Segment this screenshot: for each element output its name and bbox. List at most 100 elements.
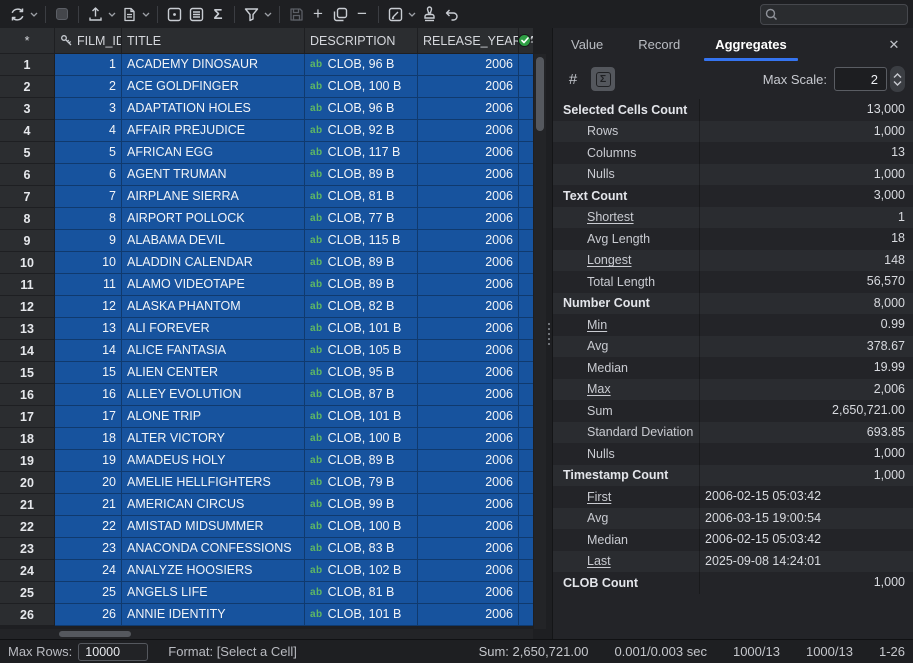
film-id-cell[interactable]: 7: [55, 186, 122, 208]
aggregate-row[interactable]: Nulls1,000: [553, 164, 913, 186]
aggregate-row[interactable]: Longest148: [553, 250, 913, 272]
row-number-cell[interactable]: 17: [0, 406, 55, 428]
row-number-cell[interactable]: 1: [0, 54, 55, 76]
table-row[interactable]: 99ALABAMA DEVILabCLOB, 115 B2006: [0, 230, 546, 252]
title-cell[interactable]: ALONE TRIP: [122, 406, 305, 428]
title-cell[interactable]: ANALYZE HOOSIERS: [122, 560, 305, 582]
release-year-cell[interactable]: 2006: [418, 142, 519, 164]
title-cell[interactable]: AIRPORT POLLOCK: [122, 208, 305, 230]
edit-dropdown-icon[interactable]: [406, 3, 418, 25]
film-id-cell[interactable]: 17: [55, 406, 122, 428]
clipped-cell[interactable]: [519, 208, 533, 230]
table-row[interactable]: 2525ANGELS LIFEabCLOB, 81 B2006: [0, 582, 546, 604]
clipped-cell[interactable]: [519, 538, 533, 560]
row-number-cell[interactable]: 4: [0, 120, 55, 142]
table-row[interactable]: 1919AMADEUS HOLYabCLOB, 89 B2006: [0, 450, 546, 472]
aggregate-label[interactable]: First: [553, 490, 699, 504]
clipped-cell[interactable]: [519, 252, 533, 274]
title-cell[interactable]: AMERICAN CIRCUS: [122, 494, 305, 516]
aggregate-label[interactable]: Last: [553, 554, 699, 568]
release-year-cell[interactable]: 2006: [418, 274, 519, 296]
filter-icon[interactable]: [240, 3, 262, 25]
description-cell[interactable]: abCLOB, 117 B: [305, 142, 418, 164]
aggregate-label[interactable]: Shortest: [553, 210, 699, 224]
release-year-cell[interactable]: 2006: [418, 120, 519, 142]
row-number-cell[interactable]: 16: [0, 384, 55, 406]
report-dropdown-icon[interactable]: [140, 3, 152, 25]
title-cell[interactable]: ALLEY EVOLUTION: [122, 384, 305, 406]
aggregate-functions-icon[interactable]: Σ: [591, 67, 615, 91]
row-number-cell[interactable]: 24: [0, 560, 55, 582]
clipped-cell[interactable]: [519, 186, 533, 208]
aggregate-row[interactable]: Avg2006-03-15 19:00:54: [553, 508, 913, 530]
aggregate-row[interactable]: Max2,006: [553, 379, 913, 401]
aggregate-row[interactable]: Total Length56,570: [553, 271, 913, 293]
tab-value[interactable]: Value: [568, 28, 606, 61]
film-id-cell[interactable]: 3: [55, 98, 122, 120]
description-cell[interactable]: abCLOB, 100 B: [305, 428, 418, 450]
release-year-cell[interactable]: 2006: [418, 428, 519, 450]
duplicate-row-icon[interactable]: [329, 3, 351, 25]
table-row[interactable]: 1515ALIEN CENTERabCLOB, 95 B2006: [0, 362, 546, 384]
release-year-cell[interactable]: 2006: [418, 560, 519, 582]
title-cell[interactable]: AMISTAD MIDSUMMER: [122, 516, 305, 538]
column-header-rownum[interactable]: *: [0, 28, 55, 54]
search-input[interactable]: [782, 8, 903, 22]
tab-record[interactable]: Record: [635, 28, 683, 61]
release-year-cell[interactable]: 2006: [418, 384, 519, 406]
row-number-cell[interactable]: 22: [0, 516, 55, 538]
row-number-cell[interactable]: 5: [0, 142, 55, 164]
clipped-cell[interactable]: [519, 428, 533, 450]
release-year-cell[interactable]: 2006: [418, 538, 519, 560]
row-number-cell[interactable]: 25: [0, 582, 55, 604]
clipped-cell[interactable]: [519, 318, 533, 340]
record-list-icon[interactable]: [185, 3, 207, 25]
aggregate-row[interactable]: Text Count3,000: [553, 185, 913, 207]
clipped-cell[interactable]: [519, 54, 533, 76]
row-number-cell[interactable]: 21: [0, 494, 55, 516]
edit-cell-icon[interactable]: [384, 3, 406, 25]
title-cell[interactable]: AIRPLANE SIERRA: [122, 186, 305, 208]
table-row[interactable]: 1818ALTER VICTORYabCLOB, 100 B2006: [0, 428, 546, 450]
clipped-cell[interactable]: [519, 76, 533, 98]
description-cell[interactable]: abCLOB, 101 B: [305, 406, 418, 428]
report-icon[interactable]: [118, 3, 140, 25]
column-header-release-year[interactable]: RELEASE_YEAR: [418, 28, 519, 54]
clipped-cell[interactable]: [519, 604, 533, 626]
title-cell[interactable]: ACE GOLDFINGER: [122, 76, 305, 98]
aggregate-label[interactable]: Longest: [553, 253, 699, 267]
undo-icon[interactable]: [440, 3, 462, 25]
clipped-cell[interactable]: [519, 472, 533, 494]
release-year-cell[interactable]: 2006: [418, 208, 519, 230]
title-cell[interactable]: ALIEN CENTER: [122, 362, 305, 384]
row-number-cell[interactable]: 8: [0, 208, 55, 230]
clipped-cell[interactable]: [519, 494, 533, 516]
row-number-cell[interactable]: 20: [0, 472, 55, 494]
clipped-cell[interactable]: [519, 362, 533, 384]
film-id-cell[interactable]: 16: [55, 384, 122, 406]
description-cell[interactable]: abCLOB, 99 B: [305, 494, 418, 516]
delete-row-icon[interactable]: −: [351, 3, 373, 25]
description-cell[interactable]: abCLOB, 105 B: [305, 340, 418, 362]
description-cell[interactable]: abCLOB, 102 B: [305, 560, 418, 582]
aggregate-row[interactable]: Selected Cells Count13,000: [553, 99, 913, 121]
table-row[interactable]: 55AFRICAN EGGabCLOB, 117 B2006: [0, 142, 546, 164]
max-rows-input[interactable]: [78, 643, 148, 661]
filter-dropdown-icon[interactable]: [262, 3, 274, 25]
row-number-cell[interactable]: 3: [0, 98, 55, 120]
description-cell[interactable]: abCLOB, 115 B: [305, 230, 418, 252]
aggregate-row[interactable]: Standard Deviation693.85: [553, 422, 913, 444]
stamp-icon[interactable]: [418, 3, 440, 25]
title-cell[interactable]: ALICE FANTASIA: [122, 340, 305, 362]
grid-vertical-scrollbar[interactable]: [534, 54, 546, 629]
film-id-cell[interactable]: 26: [55, 604, 122, 626]
table-row[interactable]: 2121AMERICAN CIRCUSabCLOB, 99 B2006: [0, 494, 546, 516]
column-header-description[interactable]: DESCRIPTION: [305, 28, 418, 54]
clipped-cell[interactable]: [519, 164, 533, 186]
film-id-cell[interactable]: 5: [55, 142, 122, 164]
release-year-cell[interactable]: 2006: [418, 76, 519, 98]
status-fetch-counts[interactable]: 1000/13: [733, 644, 780, 659]
film-id-cell[interactable]: 14: [55, 340, 122, 362]
title-cell[interactable]: AFRICAN EGG: [122, 142, 305, 164]
row-number-cell[interactable]: 11: [0, 274, 55, 296]
